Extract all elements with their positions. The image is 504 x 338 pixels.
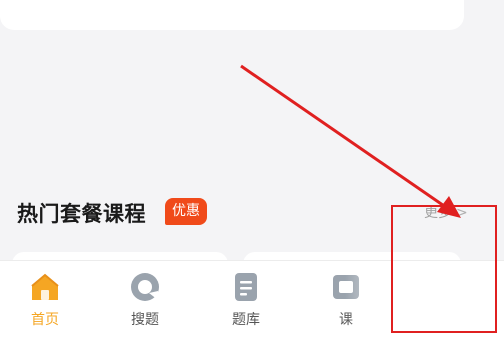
annotation-highlight-box [391,205,497,333]
